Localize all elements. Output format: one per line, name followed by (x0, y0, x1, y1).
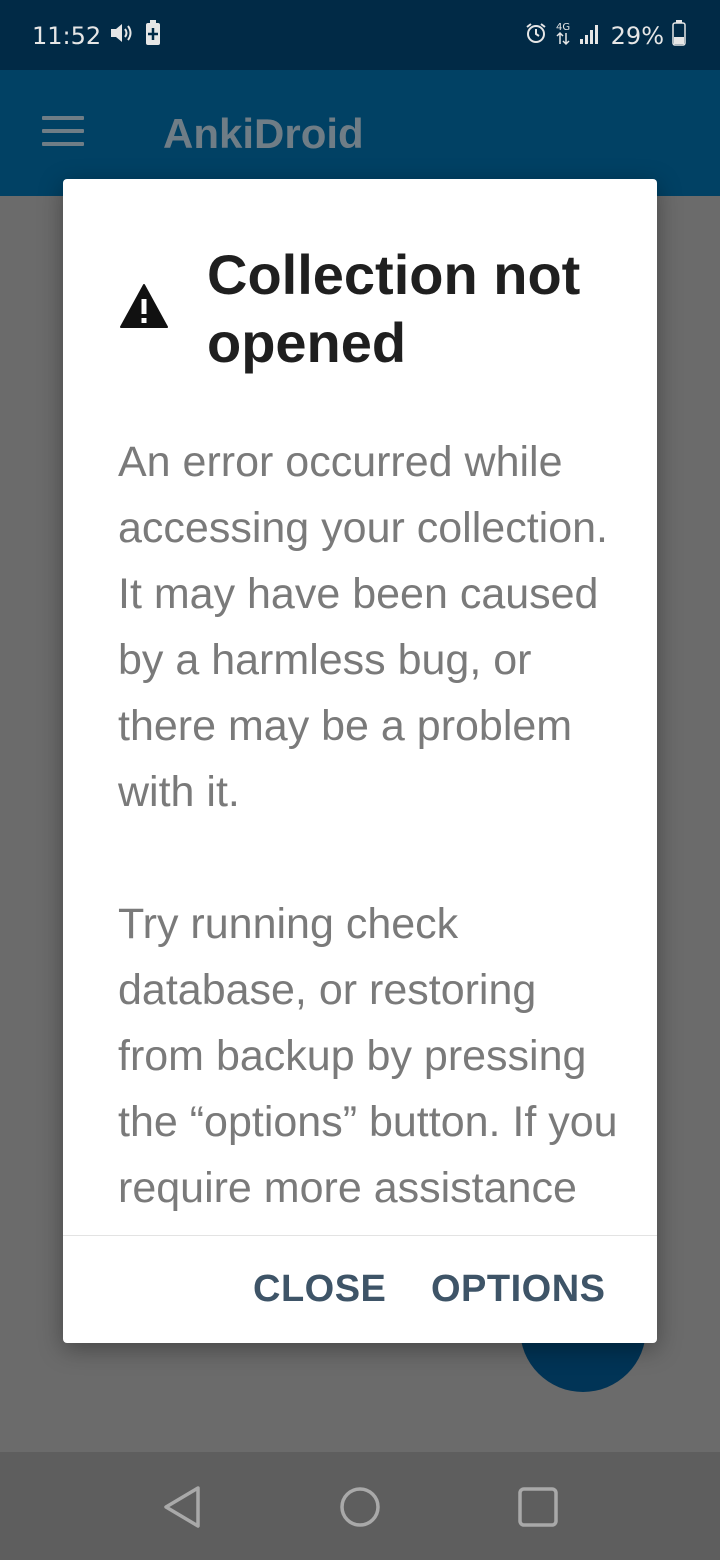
app-bar: AnkiDroid (0, 70, 720, 196)
battery-saver-icon (145, 20, 161, 52)
error-dialog: Collection not opened An error occurred … (63, 179, 657, 1343)
data-network-icon: 4G (555, 20, 571, 52)
dialog-header: Collection not opened (63, 179, 657, 409)
status-time: 11:52 (32, 22, 102, 50)
battery-percent: 29% (610, 22, 664, 50)
status-bar-right: 4G 29% (525, 20, 686, 52)
options-button[interactable]: OPTIONS (431, 1268, 606, 1311)
recents-icon[interactable] (513, 1482, 563, 1532)
dialog-title: Collection not opened (207, 243, 581, 374)
dialog-message[interactable]: An error occurred while accessing your c… (118, 429, 618, 1235)
dialog-message-paragraph: Try running check database, or restoring… (118, 900, 618, 1212)
dialog-message-paragraph: An error occurred while accessing your c… (118, 438, 608, 816)
close-button[interactable]: CLOSE (253, 1268, 386, 1311)
status-bar-left: 11:52 (32, 20, 161, 52)
status-bar: 11:52 4G 29% (0, 0, 720, 70)
hamburger-menu-icon[interactable] (42, 116, 84, 148)
svg-text:4G: 4G (556, 22, 570, 33)
warning-icon (119, 283, 169, 329)
signal-icon (579, 21, 603, 51)
battery-icon (672, 20, 686, 52)
navigation-bar (0, 1452, 720, 1560)
volume-icon (109, 21, 135, 51)
back-icon[interactable] (158, 1482, 208, 1532)
home-icon[interactable] (335, 1482, 385, 1532)
alarm-icon (525, 22, 547, 50)
app-title: AnkiDroid (163, 110, 364, 157)
dialog-actions: CLOSE OPTIONS (63, 1236, 657, 1343)
